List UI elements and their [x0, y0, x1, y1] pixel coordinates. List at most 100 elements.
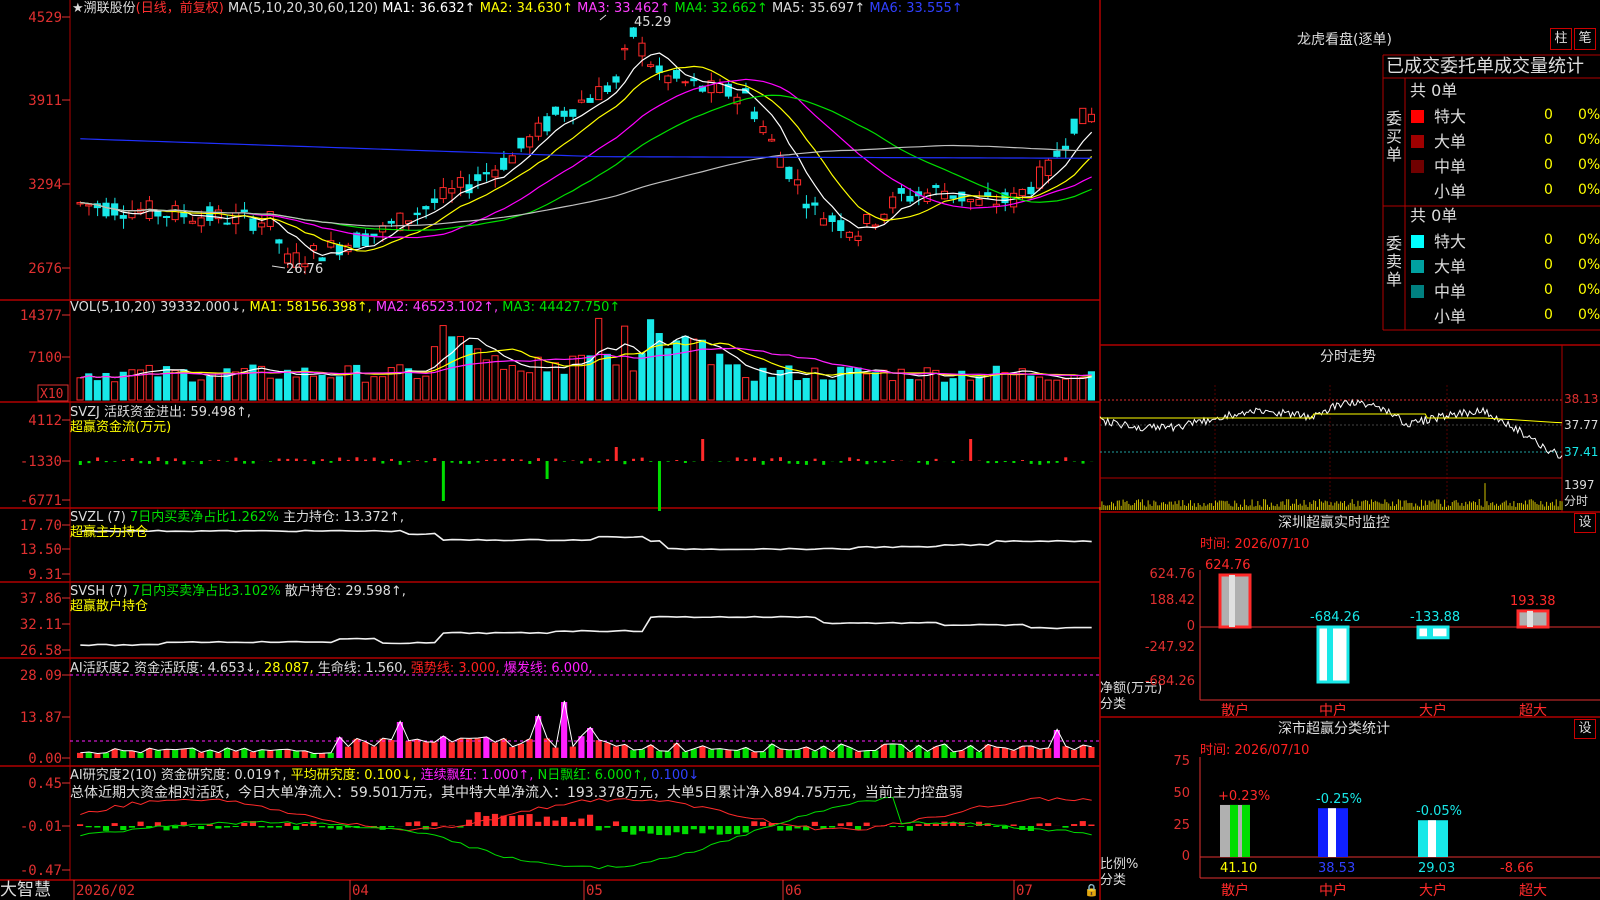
- svzj-bar: [433, 458, 437, 461]
- candle-body: [785, 166, 793, 180]
- ai-active-bar: [950, 751, 957, 758]
- volume-bar: [543, 371, 551, 401]
- candle-body: [638, 42, 646, 57]
- volume-bar: [1053, 379, 1061, 401]
- ai-research-bar: [785, 826, 792, 831]
- candle-body: [1027, 186, 1035, 195]
- svzj-bar: [1012, 461, 1016, 463]
- volume-bar: [85, 373, 93, 401]
- classify-settings-button[interactable]: 设: [1574, 719, 1596, 739]
- svzj-bar: [554, 458, 558, 461]
- ai-research-bar: [1045, 823, 1052, 826]
- ai-research-bar: [275, 826, 282, 828]
- candle-body: [793, 179, 802, 186]
- svzj-bar: [882, 461, 886, 463]
- ai-research-bar: [993, 826, 1000, 827]
- volume-bar: [863, 373, 871, 401]
- ai-active-bar: [863, 750, 870, 758]
- ai-research-bar: [172, 826, 179, 829]
- svzj-bar: [675, 460, 679, 461]
- ai-active-bar: [120, 750, 127, 758]
- ai-active-bar: [310, 753, 317, 758]
- classify-cat-unit: 分类: [1100, 873, 1127, 888]
- classify-ytick: 50: [1173, 786, 1190, 801]
- ai-research-bar: [708, 826, 715, 830]
- ai-active-bar: [716, 748, 723, 758]
- ai-active-bar: [509, 746, 516, 758]
- volume-bar: [301, 367, 309, 401]
- candle-body: [647, 64, 655, 67]
- svsh-ytick: 26.58: [20, 643, 62, 659]
- candle-body: [768, 138, 776, 142]
- ai-research-bar: [293, 826, 300, 830]
- monitor-bar-stripe: [1229, 575, 1235, 627]
- brand-logo[interactable]: 大智慧: [0, 880, 51, 900]
- monitor-settings-button[interactable]: 设: [1574, 513, 1596, 533]
- svzj-bar: [640, 457, 644, 461]
- volume-bar: [577, 354, 586, 401]
- volume-bar: [612, 364, 620, 401]
- candle-body: [128, 210, 136, 219]
- sell-row-count: 0: [1544, 257, 1553, 273]
- ai-research-bar: [85, 826, 92, 828]
- column-view-button[interactable]: 柱: [1550, 28, 1572, 50]
- ai-research-bar: [638, 826, 646, 832]
- sell-row-count: 0: [1544, 307, 1553, 323]
- classify-category: 散户: [1221, 883, 1249, 899]
- ai-active-bar: [189, 748, 196, 758]
- candle-body: [500, 157, 508, 170]
- ai-research-bar: [578, 818, 585, 826]
- period-label[interactable]: (日线，前复权): [136, 1, 224, 16]
- ai-active-bar: [924, 751, 931, 758]
- candle-body: [1061, 145, 1070, 150]
- candle-body: [448, 188, 456, 194]
- ai-research-bar: [154, 822, 161, 826]
- ai-active-bar: [440, 736, 447, 758]
- research-ytick: -0.47: [20, 863, 62, 879]
- svzj-bar: [934, 458, 938, 461]
- candle-body: [370, 233, 378, 237]
- volume-bar: [206, 375, 214, 401]
- price-ytick: 3911: [28, 93, 62, 109]
- stock-title[interactable]: ★溯联股份: [72, 1, 136, 16]
- intraday-price-low: 37.41: [1564, 445, 1599, 459]
- candle-body: [422, 206, 430, 210]
- ai-active-bar: [975, 751, 983, 758]
- svzj-bar: [813, 458, 817, 461]
- volume-bar: [621, 325, 629, 401]
- buy-row-count: 0: [1544, 132, 1553, 148]
- volume-bar: [819, 379, 828, 401]
- monitor-ytick: -684.26: [1144, 674, 1195, 689]
- svzj-bar: [493, 459, 497, 461]
- svzj-bar: [536, 458, 540, 461]
- svzj-bar: [891, 460, 895, 461]
- tick-view-button[interactable]: 笔: [1574, 28, 1596, 50]
- ma4-value: MA4: 32.662↑: [674, 1, 768, 16]
- volume-bar: [586, 355, 594, 401]
- ai-active-bar: [785, 750, 792, 758]
- ma2-line: [80, 65, 1093, 252]
- svsh-legend: SVSH (7) 7日内买卖净占比3.102% 散户持仓: 29.598↑,: [70, 584, 406, 599]
- intraday-title[interactable]: 分时走势: [1320, 350, 1376, 365]
- ai-active-bar: [630, 750, 637, 758]
- volume-bar: [180, 369, 188, 401]
- ai-research-bar: [647, 826, 654, 834]
- ai-active-bar: [803, 747, 810, 758]
- sell-row-name: 特大: [1434, 232, 1467, 251]
- candle-body: [854, 235, 862, 241]
- svzj-bar: [986, 461, 990, 464]
- ai-active-bar: [249, 752, 257, 758]
- svzj-bar: [649, 461, 653, 462]
- candle-body: [430, 198, 439, 203]
- ai-research-bar: [327, 826, 334, 829]
- lock-icon[interactable]: 🔒: [1084, 883, 1099, 898]
- svzl-ytick: 17.70: [20, 518, 62, 534]
- price-legend: ★溯联股份(日线，前复权) MA(5,10,20,30,60,120) MA1:…: [72, 1, 963, 16]
- buy-row-pct: 0%: [1578, 182, 1600, 198]
- candle-body: [906, 195, 914, 202]
- ai-active-bar: [604, 742, 611, 758]
- candle-body: [318, 257, 326, 262]
- candle-body: [232, 212, 240, 225]
- intraday-avg-line: [1100, 413, 1563, 424]
- volume-bar: [439, 325, 447, 401]
